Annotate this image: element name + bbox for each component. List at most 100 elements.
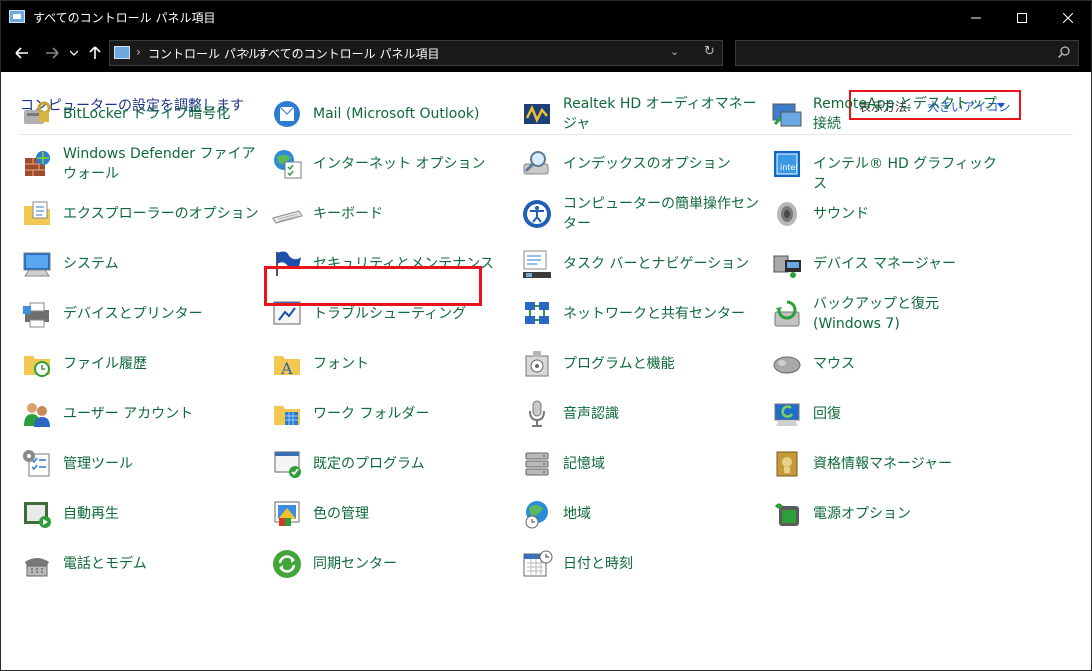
taskbar-icon [523, 250, 551, 278]
bitlocker-drive-icon [24, 101, 51, 124]
cp-item-microphone[interactable]: 音声認識 [519, 392, 764, 436]
cp-item-realtek-audio[interactable]: Realtek HD オーディオマネージャ [519, 92, 764, 136]
cp-item-user-accounts[interactable]: ユーザー アカウント [19, 392, 264, 436]
cp-item-admin-tools[interactable]: 管理ツール [19, 442, 264, 486]
cp-item-label: 音声認識 [563, 406, 619, 422]
fonts-icon: A [274, 356, 300, 378]
cp-item-label: プログラムと機能 [563, 356, 675, 372]
cp-item-label: 自動再生 [63, 506, 119, 522]
address-bar[interactable]: › コントロール パネル › すべてのコントロール パネル項目 ⌄ ↻ [109, 40, 723, 66]
cp-item-credential-manager[interactable]: 資格情報マネージャー [769, 442, 1014, 486]
cp-item-folder-options[interactable]: エクスプローラーのオプション [19, 192, 264, 236]
search-box[interactable] [735, 40, 1079, 66]
cp-item-fonts[interactable]: A フォント [269, 342, 514, 386]
forward-arrow-icon [46, 47, 59, 59]
cp-item-label: 資格情報マネージャー [813, 456, 953, 472]
cp-item-default-programs[interactable]: 既定のプログラム [269, 442, 514, 486]
autoplay-icon [24, 502, 51, 528]
cp-item-keyboard[interactable]: キーボード [269, 192, 514, 236]
cp-item-speaker[interactable]: サウンド [769, 192, 1014, 236]
cp-item-label: RemoteApp とデスクトップ接続 [813, 96, 997, 132]
cp-item-phone-modem[interactable]: 電話とモデム [19, 542, 264, 586]
cp-item-label: インターネット オプション [313, 156, 486, 172]
cp-item-label: ネットワークと共有センター [563, 306, 745, 322]
cp-item-bitlocker-drive[interactable]: BitLocker ドライブ暗号化 [19, 92, 264, 136]
backup-icon [774, 300, 800, 327]
breadcrumb-control-panel[interactable]: コントロール パネル [148, 45, 260, 62]
cp-item-label: 電源オプション [813, 506, 911, 522]
cp-item-label: ユーザー アカウント [63, 406, 194, 422]
cp-item-computer[interactable]: システム [19, 242, 264, 286]
cp-item-internet-options[interactable]: インターネット オプション [269, 142, 514, 186]
cp-item-programs[interactable]: プログラムと機能 [519, 342, 764, 386]
cp-item-indexing[interactable]: インデックスのオプション [519, 142, 764, 186]
cp-item-label: 日付と時刻 [563, 556, 633, 572]
cp-item-firewall[interactable]: Windows Defender ファイアウォール [19, 142, 264, 186]
address-dropdown-icon[interactable]: ⌄ [670, 45, 679, 58]
cp-item-label: フォント [313, 356, 369, 372]
breadcrumb-all-items[interactable]: すべてのコントロール パネル項目 [257, 45, 440, 62]
cp-item-remoteapp[interactable]: RemoteApp とデスクトップ接続 [769, 92, 1014, 136]
admin-tools-icon [23, 450, 50, 477]
cp-item-taskbar[interactable]: タスク バーとナビゲーション [519, 242, 764, 286]
cp-item-label: インテル® HD グラフィックス [813, 156, 997, 192]
cp-item-file-history[interactable]: ファイル履歴 [19, 342, 264, 386]
cp-item-label: システム [63, 256, 119, 272]
troubleshooting-icon [273, 301, 301, 325]
recent-locations-button[interactable] [67, 42, 81, 64]
minimize-button[interactable] [953, 1, 999, 34]
cp-item-label: 回復 [813, 406, 841, 422]
cp-item-backup[interactable]: バックアップと復元 (Windows 7) [769, 292, 1014, 336]
mouse-icon [773, 356, 801, 374]
svg-text:A: A [280, 359, 293, 378]
cp-item-color-management[interactable]: 色の管理 [269, 492, 514, 536]
cp-item-autoplay[interactable]: 自動再生 [19, 492, 264, 536]
printer-icon [23, 302, 49, 328]
up-button[interactable] [85, 42, 105, 64]
cp-item-label: サウンド [813, 206, 869, 222]
region-icon [525, 501, 548, 529]
cp-item-label: Realtek HD オーディオマネージャ [563, 96, 757, 132]
cp-item-intel-graphics[interactable]: intel インテル® HD グラフィックス [769, 142, 1014, 192]
cp-item-label: 管理ツール [63, 456, 133, 472]
cp-item-label: ワーク フォルダー [313, 406, 430, 422]
cp-item-label: 既定のプログラム [313, 456, 425, 472]
cp-item-mail[interactable]: Mail (Microsoft Outlook) [269, 92, 514, 136]
breadcrumb-separator: › [136, 45, 141, 59]
cp-item-region[interactable]: 地域 [519, 492, 764, 536]
close-icon [1063, 12, 1073, 23]
cp-item-label: 地域 [563, 506, 591, 522]
cp-item-mouse[interactable]: マウス [769, 342, 1014, 386]
cp-item-recovery[interactable]: 回復 [769, 392, 1014, 436]
search-icon[interactable] [1058, 46, 1070, 58]
storage-icon [525, 452, 549, 476]
cp-item-device-manager[interactable]: デバイス マネージャー [769, 242, 1014, 286]
power-icon [775, 503, 799, 526]
cp-item-troubleshooting[interactable]: トラブルシューティング [269, 292, 514, 336]
cp-item-network[interactable]: ネットワークと共有センター [519, 292, 764, 336]
intel-graphics-icon: intel [774, 151, 800, 177]
close-button[interactable] [1045, 1, 1091, 34]
cp-item-work-folders[interactable]: ワーク フォルダー [269, 392, 514, 436]
cp-item-ease-of-access[interactable]: コンピューターの簡単操作センター [519, 192, 764, 236]
realtek-audio-icon [524, 104, 550, 124]
refresh-icon[interactable]: ↻ [704, 44, 715, 59]
search-input[interactable] [740, 44, 1044, 64]
work-folders-icon [274, 406, 300, 425]
cp-item-sync[interactable]: 同期センター [269, 542, 514, 586]
control-panel-icon [9, 10, 25, 23]
forward-button[interactable] [41, 42, 63, 64]
cp-item-flag[interactable]: セキュリティとメンテナンス [269, 242, 514, 286]
cp-item-label: デバイスとプリンター [63, 306, 203, 322]
programs-icon [525, 351, 549, 377]
maximize-button[interactable] [999, 1, 1045, 34]
back-button[interactable] [11, 42, 33, 64]
cp-item-calendar-clock[interactable]: 日付と時刻 [519, 542, 764, 586]
cp-item-printer[interactable]: デバイスとプリンター [19, 292, 264, 336]
cp-item-storage[interactable]: 記憶域 [519, 442, 764, 486]
network-icon [525, 302, 549, 324]
cp-item-label: 記憶域 [563, 456, 605, 472]
cp-item-power[interactable]: 電源オプション [769, 492, 1014, 536]
file-history-icon [24, 356, 50, 377]
cp-item-label: デバイス マネージャー [813, 256, 957, 272]
